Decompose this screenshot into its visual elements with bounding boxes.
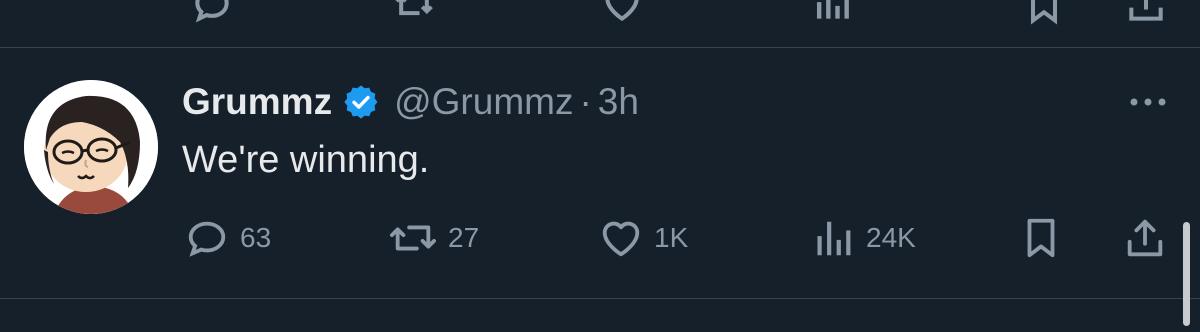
like-icon (602, 221, 640, 257)
reply-icon (188, 221, 226, 257)
like-button[interactable]: 1K (598, 212, 688, 264)
like-count: 1K (654, 222, 689, 253)
share-icon (1127, 219, 1163, 257)
views-count: 24K (866, 222, 916, 253)
retweet-icon[interactable] (392, 0, 436, 26)
author-name[interactable]: Grummz (182, 81, 332, 123)
tweet[interactable]: Grummz @Grummz · 3h We're winning. 63 27… (0, 47, 1200, 298)
reply-count: 63 (240, 222, 272, 253)
divider-bottom (0, 298, 1200, 299)
tweet-header: Grummz @Grummz · 3h (182, 77, 639, 127)
tweet-actions: 63 27 1K 24K (0, 212, 1200, 264)
scrollbar[interactable] (1183, 222, 1190, 326)
share-icon[interactable] (1124, 0, 1168, 26)
bookmark-button[interactable] (1018, 212, 1064, 264)
bookmark-icon (1027, 218, 1055, 258)
timestamp[interactable]: 3h (598, 81, 639, 123)
share-button[interactable] (1122, 212, 1168, 264)
timeline-screen: Grummz @Grummz · 3h We're winning. 63 27… (0, 0, 1200, 332)
previous-tweet-actions (0, 0, 1200, 46)
separator-dot: · (579, 81, 592, 122)
retweet-button[interactable]: 27 (388, 212, 479, 264)
reply-button[interactable]: 63 (184, 212, 271, 264)
author-handle[interactable]: @Grummz (394, 81, 573, 123)
verified-badge-icon[interactable] (342, 83, 380, 121)
retweet-count: 27 (448, 222, 480, 253)
avatar[interactable] (24, 80, 158, 214)
tweet-text: We're winning. (182, 139, 430, 181)
retweet-icon (389, 225, 436, 251)
more-icon[interactable] (1126, 90, 1170, 114)
reply-icon[interactable] (190, 0, 234, 26)
bookmark-icon[interactable] (1022, 0, 1066, 26)
views-icon[interactable] (810, 0, 854, 26)
views-icon (817, 221, 851, 256)
views-button[interactable]: 24K (810, 212, 916, 264)
like-icon[interactable] (600, 0, 644, 26)
